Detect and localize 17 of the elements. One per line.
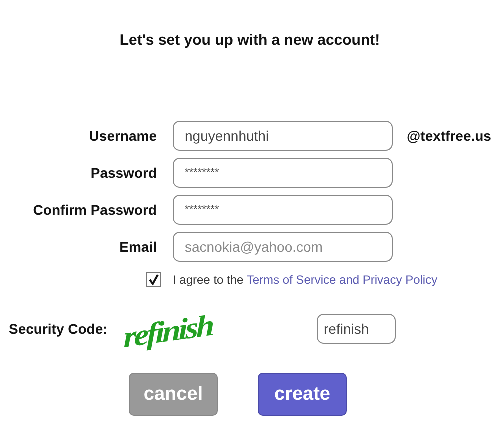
input-field[interactable]: nguyennhuthi bbox=[173, 121, 393, 151]
field-label: Confirm Password bbox=[32, 202, 157, 218]
domain-suffix: @textfree.us bbox=[407, 128, 492, 144]
input-field[interactable]: ******** bbox=[173, 195, 393, 225]
agree-checkbox[interactable] bbox=[146, 272, 161, 287]
field-label: Email bbox=[118, 239, 157, 255]
page-title: Let's set you up with a new account! bbox=[118, 32, 382, 49]
input-field[interactable]: ******** bbox=[173, 158, 393, 188]
input-field[interactable]: sacnokia@yahoo.com bbox=[173, 232, 393, 262]
security-code-label: Security Code: bbox=[9, 321, 109, 337]
field-label: Username bbox=[88, 128, 157, 144]
field-label: Password bbox=[90, 165, 157, 181]
terms-link[interactable]: Terms of Service and Privacy Policy bbox=[246, 272, 438, 286]
security-code-field[interactable]: refinish bbox=[317, 314, 396, 344]
create-button[interactable]: create bbox=[258, 373, 347, 416]
agree-text: I agree to the Terms of Service and Privacy Policy bbox=[173, 272, 438, 286]
captcha-text: refinish bbox=[124, 308, 214, 356]
